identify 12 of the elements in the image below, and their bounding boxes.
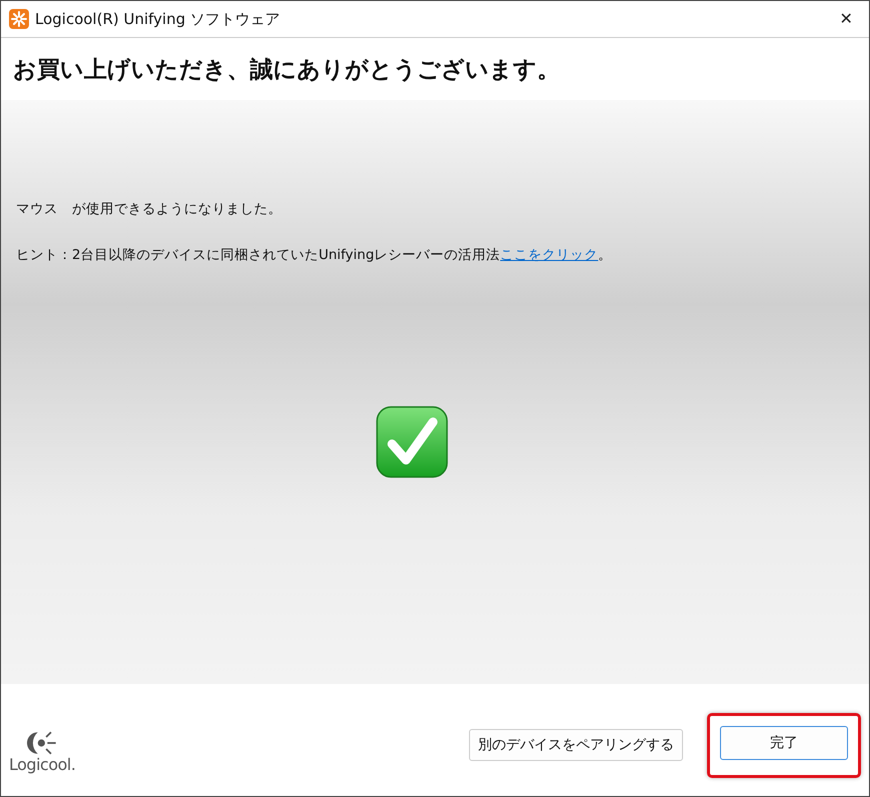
app-icon (9, 9, 29, 29)
click-here-link[interactable]: ここをクリック (500, 247, 598, 263)
logo-icon (27, 731, 58, 755)
close-button[interactable]: ✕ (823, 1, 869, 37)
checkmark-icon (376, 406, 448, 478)
hint-text: ヒント：2台目以降のデバイスに同梱されていたUnifyingレシーバーの活用法ここをクリック。 (16, 246, 614, 264)
heading: お買い上げいただき、誠にありがとうございます。 (13, 56, 560, 84)
pair-device-button[interactable]: 別のデバイスをペアリングする (469, 729, 683, 761)
logo-text: Logicool. (9, 755, 76, 774)
done-button[interactable]: 完了 (720, 726, 848, 760)
window-title: Logicool(R) Unifying ソフトウェア (35, 10, 282, 28)
status-message: マウス が使用できるようになりました。 (16, 200, 283, 218)
